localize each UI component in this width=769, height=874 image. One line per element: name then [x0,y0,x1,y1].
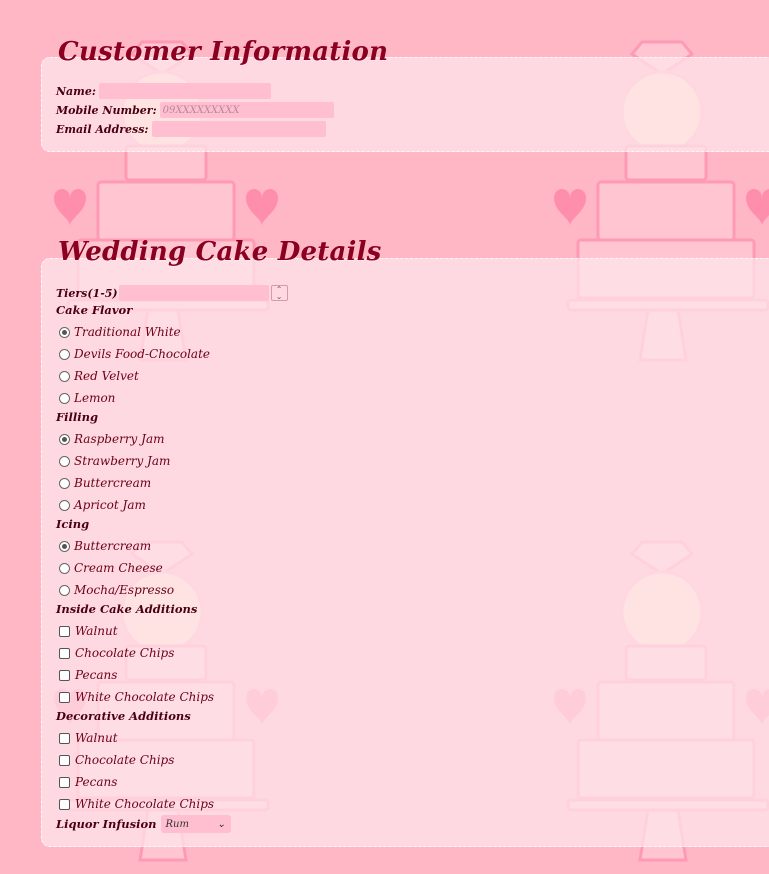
name-label: Name: [56,84,96,98]
radio-button[interactable] [59,562,70,574]
checkbox[interactable] [59,625,70,637]
checkbox[interactable] [59,691,70,703]
radio-button-checked[interactable] [59,433,70,445]
name-input[interactable] [98,83,271,99]
inside-addition-option[interactable]: White Chocolate Chips [59,687,214,707]
customer-info-title: Customer Information [58,37,389,67]
checkbox[interactable] [59,732,70,744]
chevron-down-icon: ⌄ [217,818,226,830]
radio-button[interactable] [59,348,70,360]
radio-button[interactable] [59,499,70,511]
customer-info-panel: Name: Mobile Number: Email Address: [41,57,769,152]
flavor-option[interactable]: Red Velvet [59,366,139,386]
tiers-input[interactable] [118,285,269,301]
flavor-option[interactable]: Devils Food-Chocolate [59,344,210,364]
radio-button[interactable] [59,392,70,404]
email-address-input[interactable] [151,121,326,137]
decorative-additions-heading: Decorative Additions [56,709,191,723]
checkbox[interactable] [59,798,70,810]
filling-heading: Filling [56,410,99,424]
checkbox[interactable] [59,776,70,788]
inside-addition-option[interactable]: Pecans [59,665,117,685]
filling-option[interactable]: Apricot Jam [59,495,146,515]
radio-button[interactable] [59,584,70,596]
decorative-addition-option[interactable]: White Chocolate Chips [59,794,214,814]
tiers-spinner[interactable]: ⌃ ⌄ [270,285,288,301]
liquor-infusion-value: Rum [165,818,189,830]
radio-button-checked[interactable] [59,326,70,338]
flavor-option[interactable]: Traditional White [59,322,181,342]
decorative-addition-option[interactable]: Walnut [59,728,118,748]
radio-button[interactable] [59,370,70,382]
radio-button-checked[interactable] [59,540,70,552]
liquor-infusion-label: Liquor Infusion [56,817,157,831]
flavor-option[interactable]: Lemon [59,388,115,408]
cake-details-title: Wedding Cake Details [58,237,382,267]
icing-option[interactable]: Mocha/Espresso [59,580,174,600]
inside-addition-option[interactable]: Chocolate Chips [59,643,174,663]
decorative-addition-option[interactable]: Chocolate Chips [59,750,174,770]
radio-button[interactable] [59,455,70,467]
cake-details-panel: Tiers(1-5) ⌃ ⌄ Cake Flavor Traditional Wh… [41,258,769,847]
checkbox[interactable] [59,647,70,659]
radio-button[interactable] [59,477,70,489]
decorative-addition-option[interactable]: Pecans [59,772,117,792]
filling-option[interactable]: Raspberry Jam [59,429,165,449]
cake-flavor-heading: Cake Flavor [56,303,133,317]
mobile-number-label: Mobile Number: [56,103,157,117]
filling-option[interactable]: Strawberry Jam [59,451,170,471]
icing-option[interactable]: Buttercream [59,536,151,556]
tiers-label: Tiers(1-5) [56,286,118,300]
checkbox[interactable] [59,669,70,681]
icing-option[interactable]: Cream Cheese [59,558,163,578]
liquor-infusion-select[interactable]: Rum ⌄ [160,815,231,833]
inside-addition-option[interactable]: Walnut [59,621,118,641]
filling-option[interactable]: Buttercream [59,473,151,493]
email-address-label: Email Address: [56,122,149,136]
icing-heading: Icing [56,517,90,531]
inside-additions-heading: Inside Cake Additions [56,602,198,616]
mobile-number-input[interactable] [159,102,334,118]
checkbox[interactable] [59,754,70,766]
